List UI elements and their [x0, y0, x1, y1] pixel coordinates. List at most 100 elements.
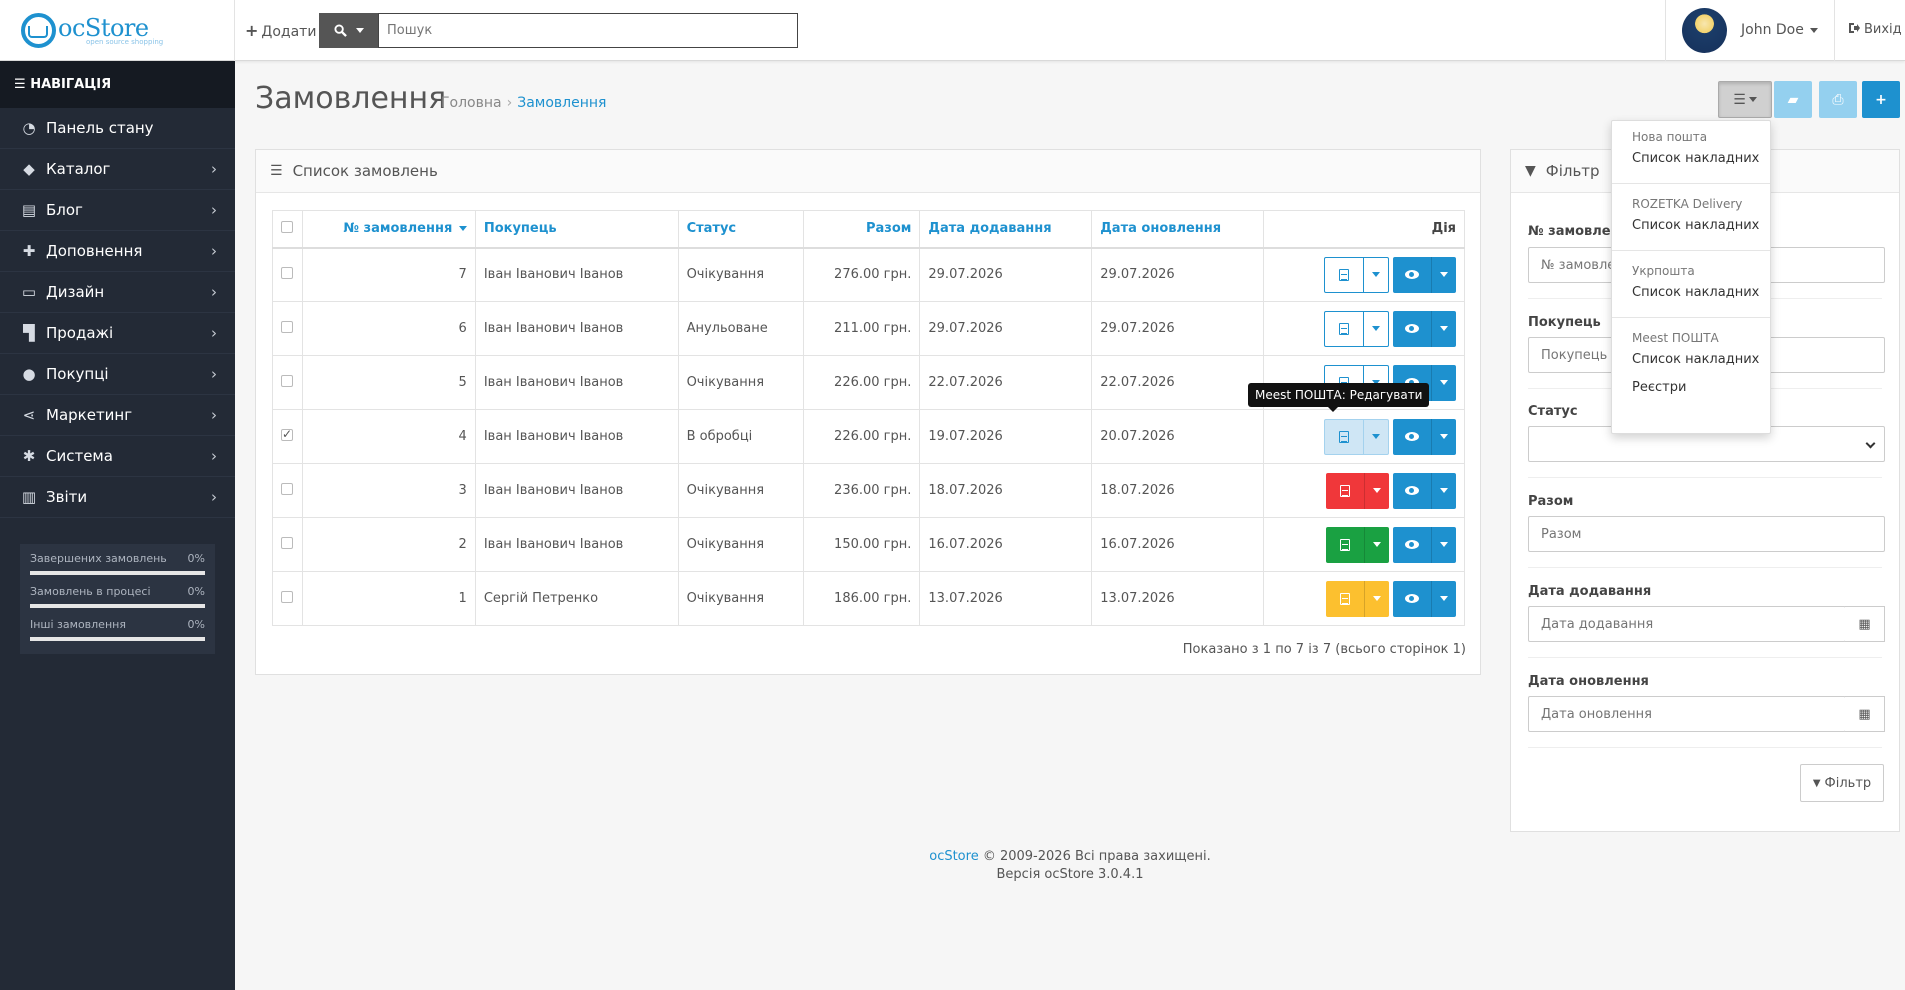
row-checkbox[interactable]: [272, 301, 303, 356]
row-checkbox[interactable]: [272, 571, 303, 626]
row-checkbox[interactable]: [272, 517, 303, 572]
calendar-button[interactable]: ▦: [1845, 606, 1885, 642]
view-dropdown-toggle[interactable]: [1431, 580, 1456, 617]
sidebar-item-reports[interactable]: ▥ Звіти ›: [0, 477, 235, 518]
shipping-doc-button[interactable]: [1326, 527, 1364, 563]
shipping-doc-button[interactable]: [1325, 258, 1363, 292]
view-order-button[interactable]: [1393, 419, 1431, 455]
column-header-total[interactable]: Разом: [802, 210, 921, 249]
view-order-button[interactable]: [1393, 473, 1431, 509]
logout-button[interactable]: Вихід: [1848, 22, 1902, 37]
sidebar-item-sales[interactable]: ▜ Продажі ›: [0, 313, 235, 354]
list-icon: ☰: [270, 163, 283, 179]
dropdown-item-ukrposhta-list[interactable]: Список накладних: [1612, 281, 1770, 309]
filter-date-added-input[interactable]: [1528, 606, 1846, 642]
search-dropdown-button[interactable]: [319, 13, 378, 48]
dropdown-header-ukrposhta: Укрпошта: [1632, 264, 1695, 278]
row-checkbox[interactable]: [272, 409, 303, 464]
sidebar: ☰ НАВІГАЦІЯ ◔ Панель стану ◆ Каталог › ▤ Бло…: [0, 61, 235, 990]
row-checkbox[interactable]: [272, 463, 303, 518]
shipping-list-dropdown-button[interactable]: ☰: [1718, 81, 1772, 118]
add-button[interactable]: + Додати: [245, 21, 316, 40]
column-header-date-modified[interactable]: Дата оновлення: [1091, 210, 1265, 249]
filter-total-label: Разом: [1528, 494, 1574, 509]
order-date-modified: 29.07.2026: [1091, 247, 1265, 302]
sidebar-item-extensions[interactable]: ✚ Доповнення ›: [0, 231, 235, 272]
shipping-doc-dropdown-toggle[interactable]: [1364, 580, 1389, 617]
sidebar-item-dashboard[interactable]: ◔ Панель стану: [0, 108, 235, 149]
caret-down-icon: [1372, 272, 1380, 278]
dropdown-item-meest-registers[interactable]: Реєстри: [1612, 376, 1770, 404]
filter-date-modified-input[interactable]: [1528, 696, 1846, 732]
view-order-button[interactable]: [1393, 581, 1431, 617]
sidebar-item-design[interactable]: ▭ Дизайн ›: [0, 272, 235, 313]
order-stats: Завершених замовлень 0% Замовлень в проце…: [20, 544, 215, 654]
sidebar-item-catalog[interactable]: ◆ Каталог ›: [0, 149, 235, 190]
view-order-button[interactable]: [1393, 527, 1431, 563]
shipping-doc-button[interactable]: [1326, 473, 1364, 509]
calendar-button[interactable]: ▦: [1845, 696, 1885, 732]
view-dropdown-toggle[interactable]: [1431, 472, 1456, 509]
filter-button[interactable]: ▼ Фільтр: [1800, 764, 1884, 802]
view-order-button[interactable]: [1393, 257, 1431, 293]
select-all-checkbox[interactable]: [272, 210, 303, 249]
nav-header[interactable]: ☰ НАВІГАЦІЯ: [0, 61, 235, 108]
table-header-row: № замовлення Покупець Статус Разом Дата …: [272, 210, 1465, 249]
chevron-right-icon: ›: [211, 324, 217, 342]
dropdown-header-meest: Meest ПОШТА: [1632, 331, 1719, 345]
shipping-doc-button[interactable]: [1325, 312, 1363, 346]
document-icon: [1340, 592, 1350, 605]
search-input[interactable]: [378, 13, 798, 48]
filter-total-input[interactable]: [1528, 516, 1885, 552]
dropdown-item-meest-list[interactable]: Список накладних: [1612, 348, 1770, 376]
footer-version: Версія ocStore 3.0.4.1: [996, 867, 1144, 882]
user-menu[interactable]: John Doe: [1665, 0, 1835, 61]
table-row: 3 Іван Іванович Іванов Очікування 236.00 гр…: [272, 463, 1465, 518]
view-dropdown-toggle[interactable]: [1431, 418, 1456, 455]
row-checkbox[interactable]: [272, 355, 303, 410]
footer-link[interactable]: ocStore: [929, 849, 978, 864]
filter-customer-label: Покупець: [1528, 315, 1601, 330]
order-status: Анульоване: [677, 301, 804, 356]
chevron-right-icon: ›: [211, 201, 217, 219]
shipping-doc-dropdown-toggle[interactable]: [1363, 257, 1388, 292]
view-dropdown-toggle[interactable]: [1431, 256, 1456, 293]
shipping-doc-dropdown-toggle[interactable]: [1363, 419, 1388, 454]
dropdown-item-novaposhta-list[interactable]: Список накладних: [1612, 147, 1770, 175]
column-header-order-id[interactable]: № замовлення: [301, 210, 476, 249]
sidebar-item-marketing[interactable]: ⋖ Маркетинг ›: [0, 395, 235, 436]
view-dropdown-toggle[interactable]: [1431, 526, 1456, 563]
logo[interactable]: ocStore open source shopping: [0, 0, 235, 61]
breadcrumb-current[interactable]: Замовлення: [517, 95, 606, 111]
shipping-doc-button[interactable]: [1326, 581, 1364, 617]
shipping-doc-dropdown-toggle[interactable]: [1364, 472, 1389, 509]
shipping-doc-button[interactable]: [1325, 420, 1363, 454]
stat-other: Інші замовлення 0%: [30, 618, 205, 651]
caret-down-icon: [1372, 434, 1380, 439]
column-header-status[interactable]: Статус: [677, 210, 804, 249]
dropdown-item-rozetka-list[interactable]: Список накладних: [1612, 214, 1770, 242]
shipping-button[interactable]: ▰: [1774, 81, 1812, 118]
shipping-doc-button-group: [1324, 256, 1389, 293]
caret-down-icon: [1809, 27, 1818, 33]
caret-down-icon: [1440, 326, 1448, 331]
caret-down-icon: [1440, 488, 1448, 493]
eye-icon: [1405, 270, 1419, 280]
view-order-button[interactable]: [1393, 311, 1431, 347]
column-header-customer[interactable]: Покупець: [474, 210, 679, 249]
print-button[interactable]: ⎙: [1819, 81, 1857, 118]
add-order-button[interactable]: +: [1862, 81, 1900, 118]
sidebar-item-system[interactable]: ✱ Система ›: [0, 436, 235, 477]
column-header-date-added[interactable]: Дата додавання: [919, 210, 1093, 249]
order-customer: Іван Іванович Іванов: [474, 517, 679, 572]
view-button-group: [1393, 418, 1456, 455]
sidebar-item-customers[interactable]: ● Покупці ›: [0, 354, 235, 395]
shipping-doc-dropdown-toggle[interactable]: [1363, 311, 1388, 346]
view-dropdown-toggle[interactable]: [1431, 310, 1456, 347]
sidebar-item-blog[interactable]: ▤ Блог ›: [0, 190, 235, 231]
view-dropdown-toggle[interactable]: [1431, 364, 1456, 401]
book-icon: ▤: [21, 201, 37, 219]
breadcrumb-home[interactable]: Головна: [441, 95, 502, 111]
row-checkbox[interactable]: [272, 247, 303, 302]
shipping-doc-dropdown-toggle[interactable]: [1364, 526, 1389, 563]
